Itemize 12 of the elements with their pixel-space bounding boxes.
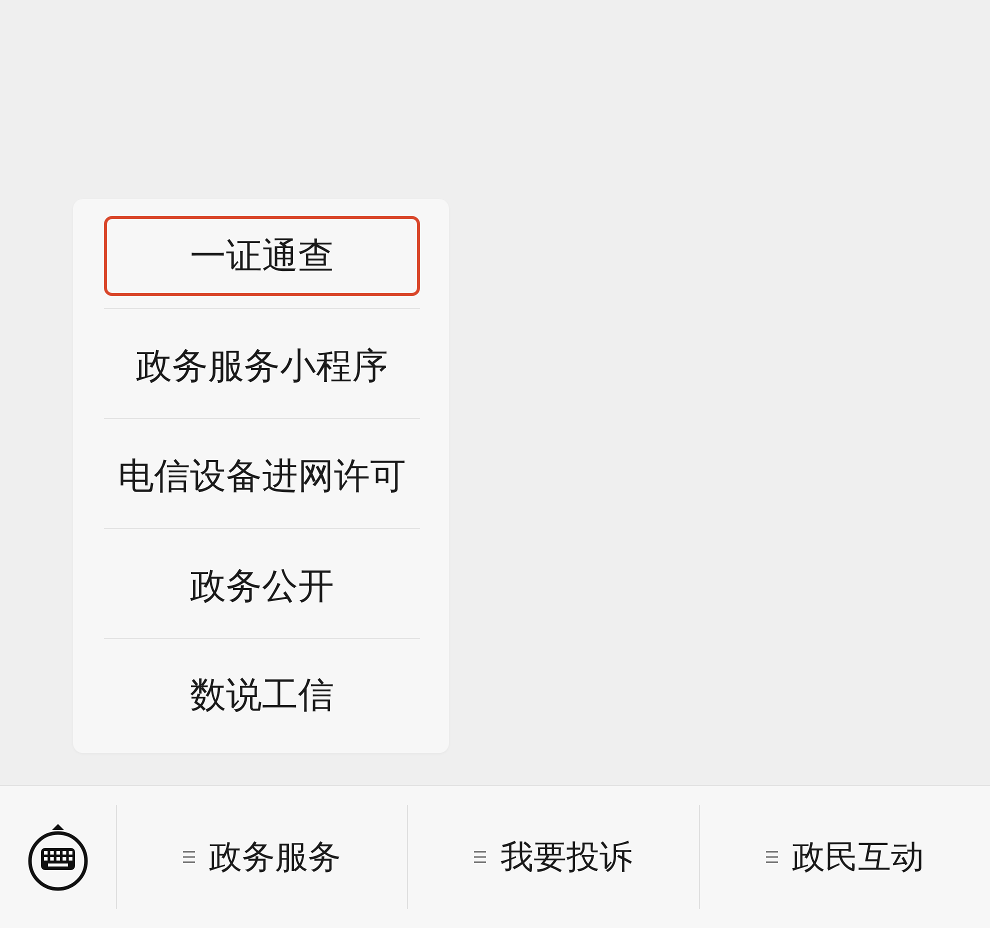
menu-item[interactable]: 电信设备进网许可	[104, 436, 420, 516]
menu-item[interactable]: 一证通查	[104, 216, 420, 296]
menu-icon	[474, 850, 486, 864]
menu-item[interactable]: 政务公开	[104, 546, 420, 626]
menu-tab[interactable]: 政民互动	[700, 805, 990, 909]
menu-tab[interactable]: 我要投诉	[408, 805, 699, 909]
menu-item[interactable]: 政务服务小程序	[104, 326, 420, 406]
menu-item[interactable]: 数说工信	[104, 656, 420, 736]
keyboard-icon[interactable]	[27, 821, 89, 893]
menu-icon	[766, 850, 778, 864]
menu-tab[interactable]: 政务服务	[117, 805, 408, 909]
menu-icon	[183, 850, 196, 864]
